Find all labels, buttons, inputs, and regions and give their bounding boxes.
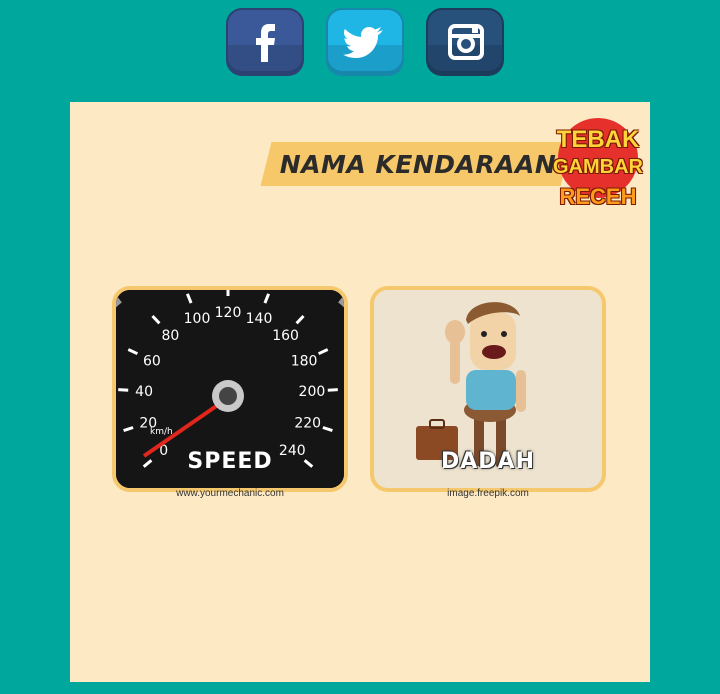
twitter-share-button[interactable]: [326, 8, 404, 76]
dial-tick: [118, 388, 129, 392]
image-credit: www.yourmechanic.com: [176, 488, 284, 499]
waving-hand: [445, 320, 465, 344]
needle-hub-center: [219, 387, 237, 405]
facebook-icon: [256, 24, 275, 62]
instagram-share-button[interactable]: [426, 8, 504, 76]
dial-label: 140: [246, 311, 273, 327]
dial-label: 180: [291, 354, 318, 370]
clue-word: DADAH: [441, 449, 535, 474]
mouth: [482, 345, 506, 359]
dial-label: 160: [272, 328, 299, 344]
dial-label: 100: [184, 311, 211, 327]
dial-label: 120: [215, 305, 242, 321]
dial-label: 200: [299, 384, 326, 400]
shirt: [466, 370, 516, 410]
dial-label: 80: [161, 328, 179, 344]
logo-line-1: TEBAK: [556, 126, 640, 153]
clue-tile-dadah: DADAH: [370, 286, 606, 492]
dial-label: 40: [135, 384, 153, 400]
twitter-icon: [343, 27, 383, 58]
head: [470, 312, 516, 370]
clue-tile-speed: 0 20 40 60 80 100 120 140 160 180 200 220 240 km/h S…: [112, 286, 348, 492]
game-logo: TEBAK GAMBAR RECEH: [550, 116, 646, 216]
logo-line-2: GAMBAR: [553, 156, 643, 178]
unit-label: km/h: [150, 427, 173, 437]
share-bar: [0, 8, 720, 76]
left-eye: [481, 331, 487, 337]
facebook-share-button[interactable]: [226, 8, 304, 76]
puzzle-category-title: NAMA KENDARAAN: [279, 150, 557, 179]
image-credit: image.freepik.com: [447, 488, 529, 499]
puzzle-card: NAMA KENDARAAN TEBAK GAMBAR RECEH 0 20 40 6…: [70, 102, 650, 682]
logo-line-3: RECEH: [559, 184, 637, 209]
right-arm: [516, 370, 526, 412]
dial-label: 220: [294, 415, 321, 431]
clue-word: SPEED: [187, 449, 273, 474]
instagram-icon: [448, 24, 484, 60]
right-eye: [501, 331, 507, 337]
dial-label: 60: [143, 354, 161, 370]
dial-tick: [327, 388, 338, 392]
